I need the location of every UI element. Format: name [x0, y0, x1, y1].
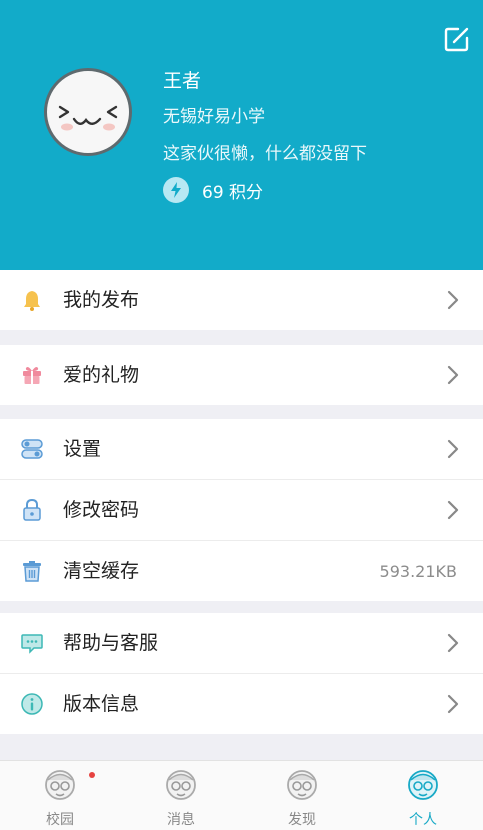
- chevron-right-icon: [447, 500, 459, 520]
- profile-school: 无锡好易小学: [163, 107, 265, 127]
- menu-label-change-password: 修改密码: [63, 499, 140, 521]
- menu-item-settings[interactable]: 设置: [0, 419, 483, 479]
- menu-label-settings: 设置: [63, 438, 102, 460]
- chevron-right-icon: [447, 365, 459, 385]
- menu-item-clear-cache[interactable]: 清空缓存 593.21KB: [0, 541, 483, 601]
- tab-label-campus: 校园: [46, 812, 74, 828]
- tab-campus[interactable]: 校园: [0, 761, 120, 830]
- grandpa-icon: [45, 770, 75, 800]
- profile-header: 王者 无锡好易小学 这家伙很懒，什么都没留下 69 积分: [0, 0, 483, 270]
- menu-item-version[interactable]: 版本信息: [0, 674, 483, 734]
- chevron-right-icon: [447, 633, 459, 653]
- toggle-icon: [21, 439, 43, 459]
- grandpa-icon: [166, 770, 196, 800]
- points-value: 69 积分: [202, 182, 264, 203]
- tab-label-messages: 消息: [167, 812, 195, 828]
- edit-icon[interactable]: [443, 25, 471, 53]
- trash-icon: [23, 561, 41, 582]
- chevron-right-icon: [447, 439, 459, 459]
- avatar[interactable]: [44, 68, 132, 156]
- notification-badge: [89, 772, 95, 778]
- menu-item-change-password[interactable]: 修改密码: [0, 480, 483, 540]
- gift-icon: [23, 367, 41, 384]
- tab-messages[interactable]: 消息: [121, 761, 241, 830]
- tab-discover[interactable]: 发现: [242, 761, 362, 830]
- bottom-tab-bar: 校园 消息 发现 个人: [0, 760, 483, 830]
- menu-label-clear-cache: 清空缓存: [63, 560, 140, 582]
- chat-icon: [21, 634, 43, 654]
- points-row[interactable]: 69 积分: [163, 176, 263, 204]
- chevron-right-icon: [447, 694, 459, 714]
- tab-profile[interactable]: 个人: [363, 761, 483, 830]
- lock-icon: [23, 498, 41, 521]
- tab-label-profile: 个人: [409, 812, 437, 828]
- menu-item-gifts[interactable]: 爱的礼物: [0, 345, 483, 405]
- menu-item-my-posts[interactable]: 我的发布: [0, 270, 483, 330]
- avatar-face-icon: [58, 105, 118, 131]
- bell-icon: [24, 291, 40, 311]
- profile-name: 王者: [163, 70, 202, 92]
- grandpa-icon: [287, 770, 317, 800]
- cache-size-value: 593.21KB: [379, 562, 457, 581]
- chevron-right-icon: [447, 290, 459, 310]
- menu-label-version: 版本信息: [63, 693, 140, 715]
- lightning-icon: [163, 177, 189, 203]
- menu-label-my-posts: 我的发布: [63, 289, 140, 311]
- grandpa-icon: [408, 770, 438, 800]
- menu-label-gifts: 爱的礼物: [63, 364, 140, 386]
- info-icon: [21, 693, 43, 715]
- profile-bio: 这家伙很懒，什么都没留下: [163, 144, 367, 164]
- menu-item-help[interactable]: 帮助与客服: [0, 613, 483, 673]
- tab-label-discover: 发现: [288, 812, 316, 828]
- menu-label-help: 帮助与客服: [63, 632, 159, 654]
